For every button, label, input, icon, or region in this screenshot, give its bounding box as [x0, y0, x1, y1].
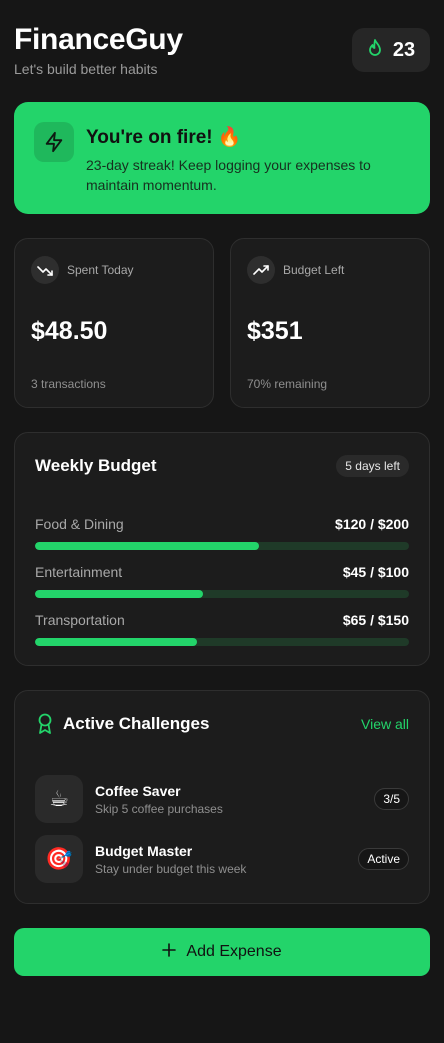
budget-title: Weekly Budget	[35, 456, 157, 475]
challenge-item[interactable]: 🎯 Budget Master Stay under budget this w…	[35, 835, 409, 883]
progress-fill	[35, 638, 197, 646]
coffee-icon: ☕	[35, 775, 83, 823]
flame-icon	[367, 38, 383, 62]
budget-amount: $65 / $150	[342, 612, 409, 628]
budget-amount: $120 / $200	[335, 516, 409, 532]
streak-badge[interactable]: 23	[352, 28, 430, 72]
weekly-budget-card: Weekly Budget 5 days left Food & Dining …	[14, 432, 430, 666]
view-all-link[interactable]: View all	[361, 716, 409, 732]
stat-label: Spent Today	[67, 263, 134, 277]
plus-icon	[162, 942, 177, 962]
stat-value: $351	[247, 317, 303, 345]
budget-left-card[interactable]: Budget Left $351 70% remaining	[230, 238, 430, 408]
challenges-title: Active Challenges	[63, 714, 210, 733]
trending-up-icon	[247, 256, 275, 284]
challenge-item[interactable]: ☕ Coffee Saver Skip 5 coffee purchases 3…	[35, 775, 409, 823]
add-expense-button[interactable]: Add Expense	[14, 928, 430, 976]
challenge-progress-badge: 3/5	[374, 788, 409, 810]
stat-sub: 3 transactions	[31, 377, 106, 391]
spent-today-card[interactable]: Spent Today $48.50 3 transactions	[14, 238, 214, 408]
stat-label: Budget Left	[283, 263, 345, 277]
challenge-desc: Skip 5 coffee purchases	[95, 802, 223, 816]
days-left-badge: 5 days left	[336, 455, 409, 477]
streak-count: 23	[392, 38, 416, 61]
challenge-name: Coffee Saver	[95, 783, 181, 799]
progress-track	[35, 542, 409, 550]
challenge-status-badge: Active	[358, 848, 409, 870]
budget-row-entertainment[interactable]: Entertainment $45 / $100	[35, 564, 409, 604]
app-title: FinanceGuy	[14, 23, 183, 56]
budget-amount: $45 / $100	[342, 564, 409, 580]
award-icon	[35, 713, 55, 740]
active-challenges-card: Active Challenges View all ☕ Coffee Save…	[14, 690, 430, 904]
trending-down-icon	[31, 256, 59, 284]
budget-row-food[interactable]: Food & Dining $120 / $200	[35, 516, 409, 556]
streak-banner: You're on fire! 🔥 23-day streak! Keep lo…	[14, 102, 430, 214]
progress-track	[35, 638, 409, 646]
challenge-desc: Stay under budget this week	[95, 862, 247, 876]
budget-category: Food & Dining	[35, 516, 124, 532]
banner-text: 23-day streak! Keep logging your expense…	[86, 157, 371, 193]
add-expense-label: Add Expense	[186, 943, 282, 960]
app-subtitle: Let's build better habits	[14, 61, 158, 77]
progress-fill	[35, 542, 260, 550]
budget-category: Entertainment	[35, 564, 123, 580]
budget-category: Transportation	[35, 612, 125, 628]
budget-row-transportation[interactable]: Transportation $65 / $150	[35, 612, 409, 652]
progress-fill	[35, 590, 204, 598]
stat-value: $48.50	[31, 317, 108, 345]
target-icon: 🎯	[35, 835, 83, 883]
lightning-icon	[34, 122, 74, 162]
banner-title: You're on fire! 🔥	[86, 127, 242, 148]
progress-track	[35, 590, 409, 598]
challenge-name: Budget Master	[95, 843, 193, 859]
stat-sub: 70% remaining	[247, 377, 328, 391]
